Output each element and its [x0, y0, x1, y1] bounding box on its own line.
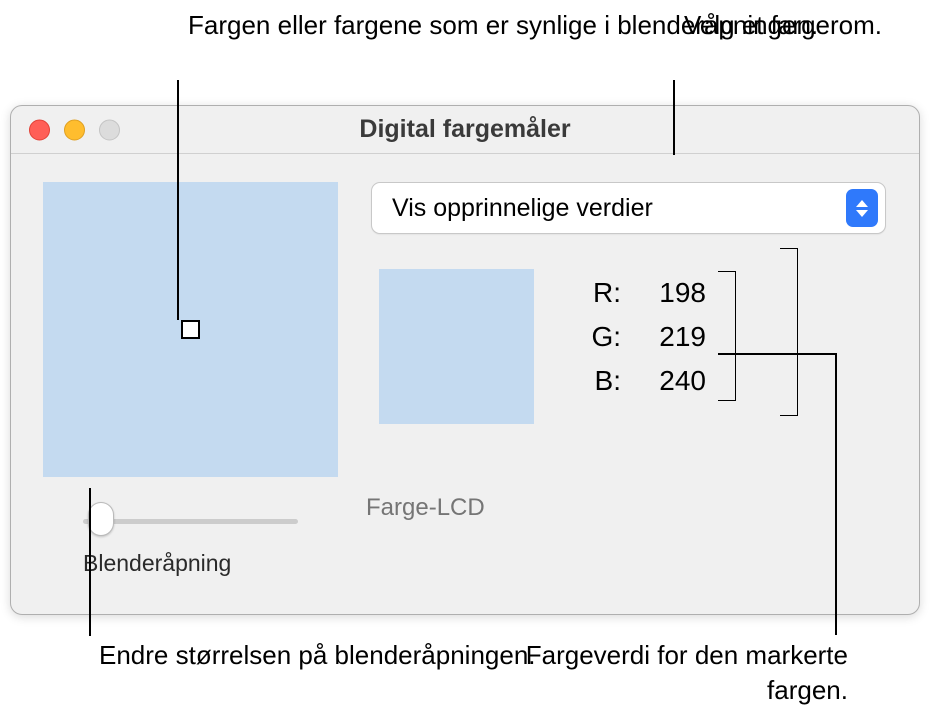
aperture-preview — [43, 182, 338, 477]
zoom-button[interactable] — [99, 119, 120, 140]
rgb-values: R: 198 G: 219 B: 240 — [576, 277, 706, 409]
slider-track — [83, 519, 298, 524]
aperture-slider-container: Blenderåpning — [83, 514, 298, 577]
aperture-slider[interactable] — [83, 514, 298, 528]
color-space-dropdown[interactable]: Vis opprinnelige verdier — [371, 182, 886, 234]
r-value: 198 — [621, 277, 706, 309]
callout-color-space: Velg et fargerom. — [684, 8, 882, 43]
dropdown-selected-label: Vis opprinnelige verdier — [392, 194, 653, 223]
callout-line — [835, 353, 837, 635]
callout-line — [673, 80, 675, 155]
color-swatch — [379, 269, 534, 424]
close-button[interactable] — [29, 119, 50, 140]
titlebar: Digital fargemåler — [11, 106, 919, 154]
display-profile-label: Farge-LCD — [366, 494, 485, 522]
r-label: R: — [576, 277, 621, 309]
b-value: 240 — [621, 365, 706, 397]
callout-line — [177, 80, 179, 320]
rgb-row-g: G: 219 — [576, 321, 706, 353]
dropdown-arrows-icon — [846, 189, 878, 227]
rgb-row-b: B: 240 — [576, 365, 706, 397]
bracket — [780, 248, 798, 416]
slider-thumb[interactable] — [88, 502, 114, 536]
window-title: Digital fargemåler — [359, 115, 570, 144]
aperture-marker — [181, 320, 200, 339]
g-label: G: — [576, 321, 621, 353]
g-value: 219 — [621, 321, 706, 353]
slider-label: Blenderåpning — [83, 550, 298, 577]
callout-line — [89, 488, 91, 636]
bracket — [718, 271, 736, 401]
rgb-row-r: R: 198 — [576, 277, 706, 309]
minimize-button[interactable] — [64, 119, 85, 140]
callout-aperture-size: Endre størrelsen på blenderåpningen. — [99, 638, 536, 673]
b-label: B: — [576, 365, 621, 397]
callout-color-value: Fargeverdi for den markerte fargen. — [488, 638, 848, 708]
traffic-lights — [29, 119, 120, 140]
